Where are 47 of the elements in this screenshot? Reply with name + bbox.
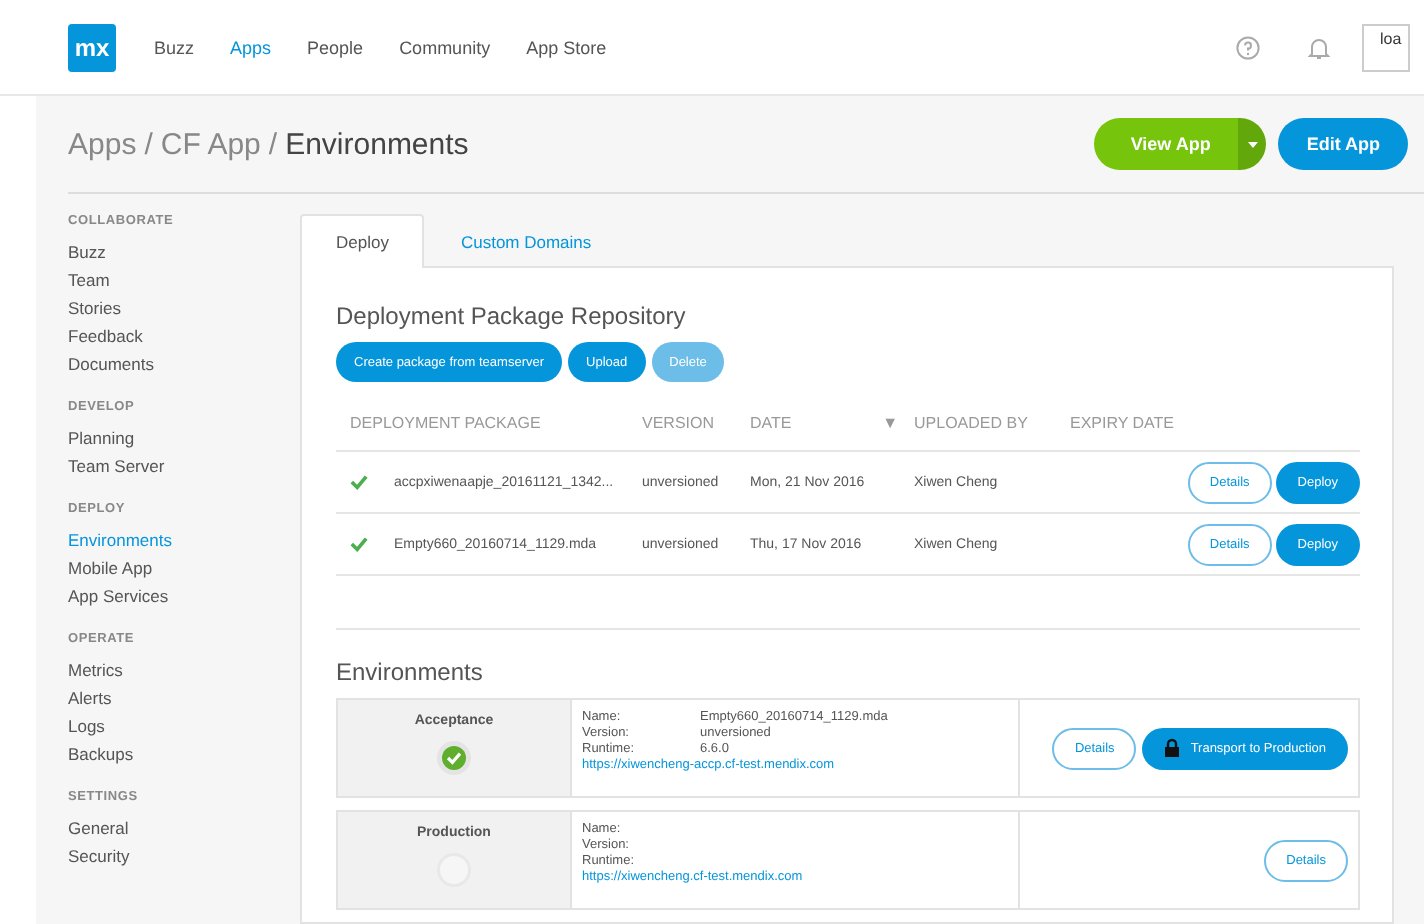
avatar-image[interactable]: loa bbox=[1362, 23, 1410, 71]
page-title: Environments bbox=[285, 127, 469, 161]
column-header: EXPIRY DATE bbox=[1070, 413, 1177, 431]
section-title: Environments bbox=[336, 658, 485, 686]
column-header: VERSION bbox=[642, 413, 717, 431]
sidebar-item[interactable]: Backups bbox=[68, 740, 300, 768]
sidebar-item[interactable]: Logs bbox=[68, 712, 300, 740]
sidebar-item[interactable]: Feedback bbox=[68, 322, 300, 350]
checkmark-icon bbox=[350, 536, 368, 552]
dropdown-button[interactable] bbox=[1238, 118, 1267, 170]
section-title: Deployment Package Repository bbox=[336, 302, 688, 330]
sidebar-item[interactable]: Stories bbox=[68, 294, 300, 322]
sidebar-item[interactable]: Planning bbox=[68, 424, 300, 452]
sidebar-item[interactable]: Buzz bbox=[68, 238, 300, 266]
sidebar-item[interactable]: Team Server bbox=[68, 452, 300, 480]
breadcrumb-separator: / bbox=[268, 127, 278, 161]
sidebar-item[interactable]: Mobile App bbox=[68, 554, 300, 582]
sidebar-item[interactable]: Security bbox=[68, 842, 300, 870]
sidebar-item[interactable]: Alerts bbox=[68, 684, 300, 712]
sidebar-item[interactable]: General bbox=[68, 814, 300, 842]
column-header[interactable]: DATE bbox=[750, 413, 792, 431]
help-icon[interactable] bbox=[1236, 35, 1260, 59]
nav-link[interactable]: Community bbox=[399, 37, 491, 57]
nav-link[interactable]: Apps bbox=[230, 37, 272, 57]
tab[interactable]: Custom Domains bbox=[424, 214, 628, 268]
sort-indicator[interactable]: ▼ bbox=[882, 413, 898, 431]
lock-icon bbox=[1164, 738, 1181, 758]
breadcrumb-separator: / bbox=[144, 127, 153, 161]
sidebar-item[interactable]: Documents bbox=[68, 350, 300, 378]
bell-icon[interactable] bbox=[1308, 35, 1330, 59]
caret-icon bbox=[1247, 141, 1258, 147]
view-app-button[interactable]: View App bbox=[1094, 118, 1239, 170]
column-header: UPLOADED BY bbox=[914, 413, 1030, 431]
breadcrumb-link[interactable]: CF App bbox=[160, 127, 261, 161]
app-logo[interactable]: mx bbox=[68, 23, 116, 71]
edit-app-button[interactable]: Edit App bbox=[1278, 118, 1408, 170]
sidebar-item[interactable]: Team bbox=[68, 266, 300, 294]
nav-link[interactable]: People bbox=[307, 37, 364, 57]
sidebar-item[interactable]: Environments bbox=[68, 526, 300, 554]
checkmark-icon bbox=[350, 474, 368, 490]
sidebar-item[interactable]: App Services bbox=[68, 582, 300, 610]
column-header: DEPLOYMENT PACKAGE bbox=[350, 413, 543, 431]
nav-link[interactable]: Buzz bbox=[154, 37, 195, 57]
nav-link[interactable]: App Store bbox=[526, 37, 607, 57]
tab[interactable]: Deploy bbox=[300, 214, 425, 268]
breadcrumb-link[interactable]: Apps bbox=[68, 127, 137, 161]
sidebar-item[interactable]: Metrics bbox=[68, 656, 300, 684]
